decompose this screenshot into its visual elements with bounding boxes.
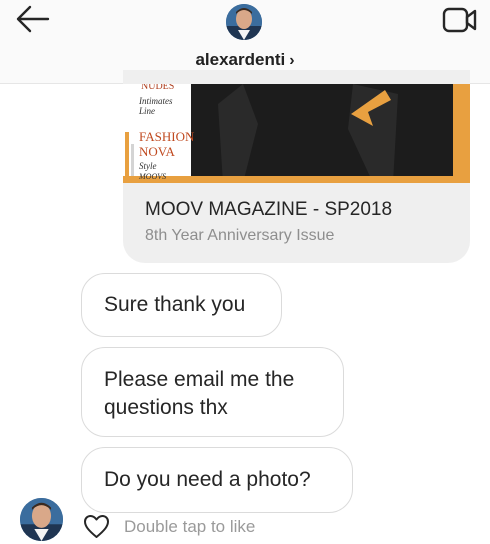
- video-call-button[interactable]: [442, 6, 478, 34]
- back-button[interactable]: [14, 4, 52, 34]
- message-text: Sure thank you: [104, 293, 246, 316]
- heart-outline-icon: [84, 515, 109, 538]
- magazine-cover-image: NUDES Intimates Line FASHION NOVA Style …: [123, 84, 470, 183]
- double-tap-hint: Double tap to like: [124, 517, 256, 536]
- cover-text-moovs: MOOVS: [138, 172, 166, 181]
- header-avatar[interactable]: [226, 4, 262, 40]
- message-text: questions thx: [104, 396, 228, 419]
- cover-text-nudes: NUDES: [141, 84, 174, 92]
- cover-text-line: Line: [138, 106, 155, 116]
- message-text: Do you need a photo?: [104, 468, 311, 491]
- username-text: alexardenti: [195, 50, 286, 69]
- video-camera-icon: [442, 7, 477, 33]
- message-bubble[interactable]: Do you need a photo?: [81, 447, 353, 513]
- cover-text-fashion: FASHION: [139, 129, 195, 144]
- message-text: Please email me the: [104, 368, 295, 391]
- cover-text-nova: NOVA: [139, 144, 175, 159]
- shared-post-title: MOOV MAGAZINE - SP2018: [145, 199, 393, 220]
- message-bubble[interactable]: Sure thank you: [81, 273, 282, 337]
- shared-post-subtitle: 8th Year Anniversary Issue: [145, 227, 335, 244]
- chat-username[interactable]: alexardenti ›: [0, 50, 490, 70]
- chevron-right-icon: ›: [289, 52, 295, 69]
- like-button[interactable]: [83, 514, 110, 539]
- arrow-left-icon: [16, 5, 50, 33]
- cover-text-intimates: Intimates: [138, 96, 173, 106]
- message-bubble[interactable]: Please email me the questions thx: [81, 347, 344, 437]
- sender-avatar[interactable]: [20, 498, 63, 541]
- cover-text-style: Style: [139, 161, 157, 171]
- shared-post-card[interactable]: NUDES Intimates Line FASHION NOVA Style …: [123, 70, 470, 263]
